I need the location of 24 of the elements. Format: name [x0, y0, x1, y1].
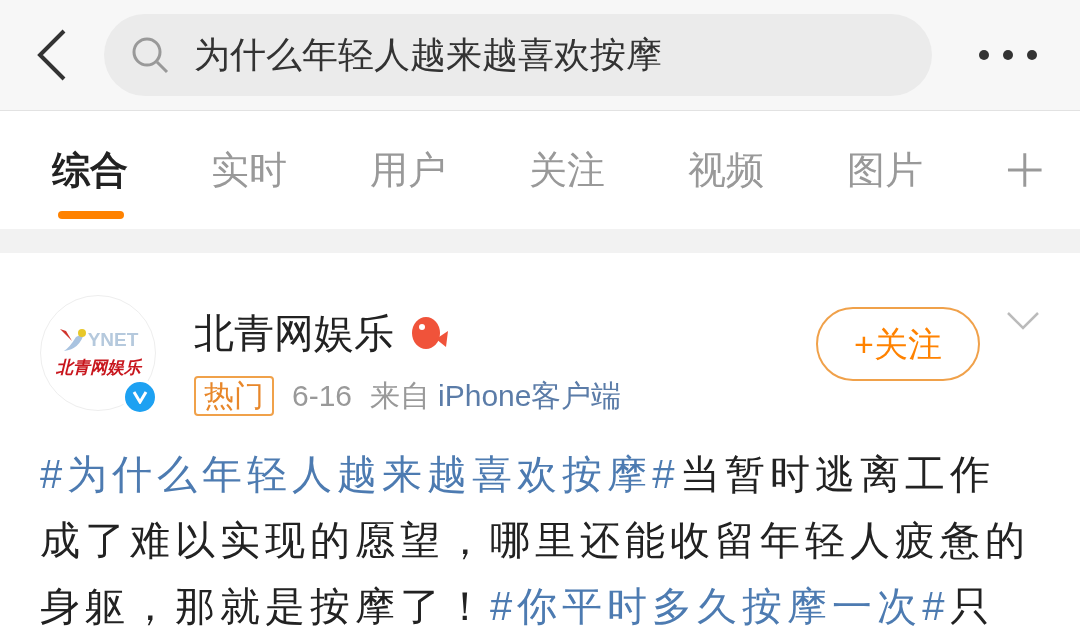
source-link[interactable]: iPhone客户端	[438, 373, 622, 418]
plus-icon[interactable]	[1006, 151, 1044, 189]
tab[interactable]: 用户	[370, 111, 530, 229]
post-date: 6-16	[292, 378, 353, 414]
source-prefix: 来自	[370, 378, 431, 414]
tab[interactable]: 关注	[529, 111, 689, 229]
tab[interactable]: 综合	[52, 111, 212, 229]
post-text-line: 成了难以实现的愿望，哪里还能收留年轻人疲惫的	[40, 517, 1031, 564]
search-icon	[130, 35, 170, 75]
tab[interactable]: 实时	[211, 111, 371, 229]
avatar[interactable]: YNET 北青网娱乐	[40, 295, 156, 411]
search-field[interactable]: 为什么年轻人越来越喜欢按摩	[104, 14, 932, 96]
post-text-line: #为什么年轻人越来越喜欢按摩#当暂时逃离工作	[40, 451, 996, 498]
logo-name: 北青网娱乐	[55, 356, 141, 379]
search-query: 为什么年轻人越来越喜欢按摩	[194, 33, 662, 77]
logo-mark: YNET	[87, 328, 139, 352]
follow-button[interactable]: +关注	[816, 307, 980, 381]
more-icon[interactable]	[978, 49, 1038, 61]
author-name[interactable]: 北青网娱乐	[194, 303, 394, 363]
tab[interactable]: 视频	[688, 111, 848, 229]
hot-badge: 热门	[194, 375, 274, 416]
tab[interactable]: 图片	[847, 111, 1007, 229]
post-text-line: 身躯，那就是按摩了！#你平时多久按摩一次#只	[40, 583, 996, 630]
tab-underline	[58, 211, 124, 219]
